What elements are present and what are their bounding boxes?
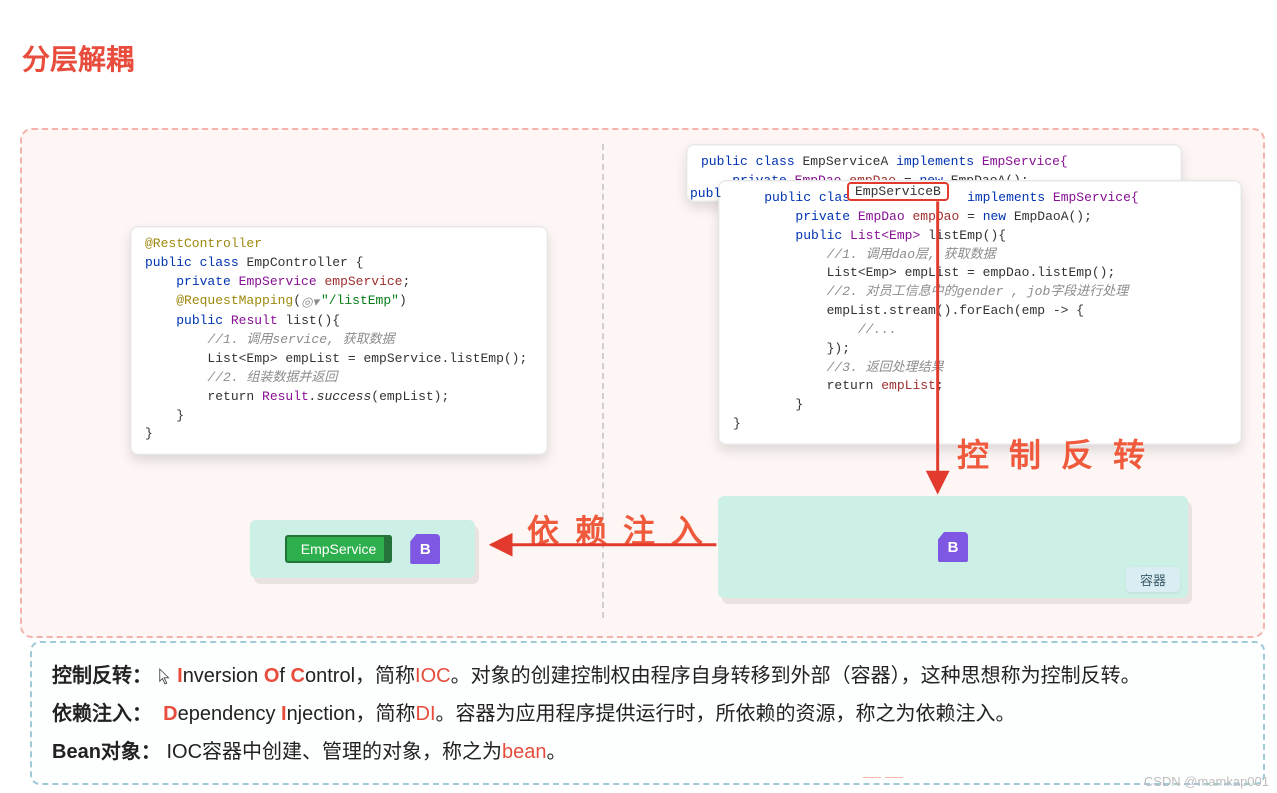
page-title: 分层解耦 (22, 38, 1277, 78)
emp-service-chip: EmpService (285, 535, 392, 563)
def-ioc: 控制反转： Inversion Of Control，简称IOC。对象的创建控制… (52, 657, 1243, 695)
bean-badge-left: B (410, 534, 440, 564)
ioc-container-box: B 容器 (718, 496, 1188, 598)
bean-badge-right: B (938, 532, 968, 562)
definitions-panel: 控制反转： Inversion Of Control，简称IOC。对象的创建控制… (30, 641, 1265, 785)
code-service-b: public class implements EmpService{ priv… (733, 189, 1227, 434)
ioc-handwriting: 控 制 反 转 (957, 430, 1151, 476)
di-handwriting: 依 赖 注 入 (527, 506, 707, 552)
highlight-empserviceb: EmpServiceB (847, 182, 949, 201)
diagram-frame: @RestController public class EmpControll… (20, 128, 1265, 638)
code-fragment-publ: publ (690, 186, 721, 201)
handwriting-fragment: —— (863, 766, 907, 787)
code-controller-panel: @RestController public class EmpControll… (130, 226, 548, 455)
left-component-box: EmpService B (250, 520, 475, 578)
def-di: 依赖注入： Dependency Injection，简称DI。容器为应用程序提… (52, 695, 1243, 733)
code-controller: @RestController public class EmpControll… (145, 235, 533, 444)
code-service-b-panel: public class implements EmpService{ priv… (718, 180, 1242, 445)
cursor-icon (158, 667, 172, 685)
container-label: 容器 (1126, 567, 1180, 592)
def-bean: Bean对象： IOC容器中创建、管理的对象，称之为bean。 (52, 733, 1243, 771)
watermark-text: CSDN @mamkap001 (1144, 774, 1269, 789)
globe-icon: ◎▾ (301, 294, 319, 313)
